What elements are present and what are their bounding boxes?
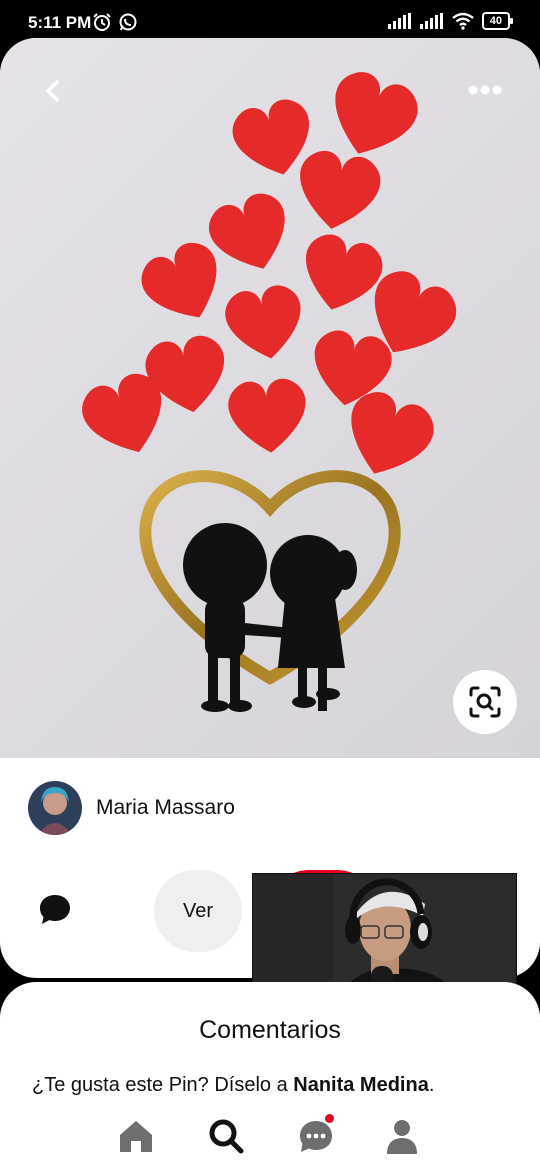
pin-image[interactable] [0,38,540,758]
nav-profile[interactable] [382,1116,422,1156]
signal-icon [387,13,411,29]
pin-artwork [75,64,465,712]
pin-card: Maria Massaro Ver [0,38,540,978]
whatsapp-icon [119,13,137,31]
comments-prompt-text: ¿Te gusta este Pin? Díselo a [32,1074,294,1096]
bottom-navigation [0,1112,540,1170]
alarm-icon [93,13,111,31]
chevron-left-icon [46,80,59,102]
lens-search-icon [469,686,501,718]
more-options-button[interactable] [462,78,508,102]
visual-search-button[interactable] [453,670,517,734]
comments-prompt: ¿Te gusta este Pin? Díselo a Nanita Medi… [32,1074,434,1097]
paper-hearts [75,64,465,488]
home-icon [120,1121,152,1152]
notification-dot [325,1114,334,1123]
comment-button[interactable] [36,890,74,928]
nav-search[interactable] [206,1116,246,1156]
nav-messages[interactable] [296,1114,336,1156]
author-name[interactable]: Maria Massaro [96,796,235,820]
signal-icon [419,13,443,29]
wifi-icon [452,12,474,30]
battery-icon: 40 [481,12,514,30]
comments-prompt-suffix: . [428,1074,435,1096]
comments-prompt-user[interactable]: Nanita Medina [293,1074,429,1096]
back-button[interactable] [36,74,70,108]
view-button[interactable]: Ver [154,870,242,952]
search-icon [209,1119,244,1154]
profile-icon [387,1120,417,1154]
status-time: 5:11 PM [28,13,92,32]
comments-title: Comentarios [199,1016,341,1044]
nav-home[interactable] [116,1116,156,1156]
more-horizontal-icon [468,85,502,95]
avatar[interactable] [28,781,82,835]
gold-heart-frame [139,470,401,685]
speech-bubble-icon [40,895,70,924]
author-row[interactable]: Maria Massaro [28,780,235,836]
